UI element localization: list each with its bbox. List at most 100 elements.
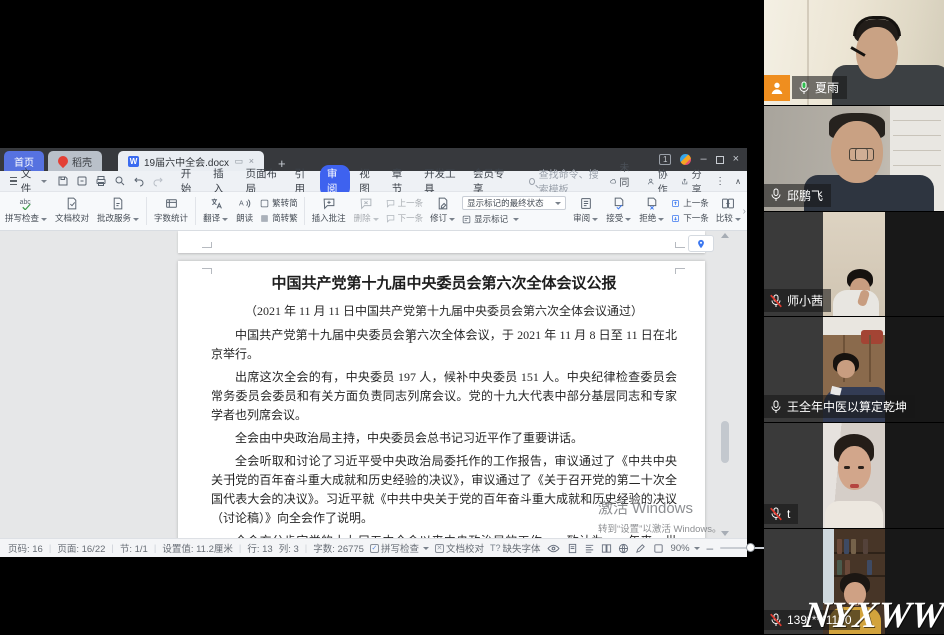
mic-muted-icon (770, 294, 782, 308)
accept-button[interactable]: 接受 (605, 197, 632, 224)
nyxww-watermark: NYXWW (802, 594, 944, 635)
collapse-ribbon-icon[interactable]: ∧ (735, 177, 741, 186)
next-change-button[interactable]: 下一条 (671, 212, 709, 224)
doc-paragraph: 全会由中央政治局主持，中央委员会总书记习近平作了重要讲话。 (235, 431, 584, 445)
review-button[interactable]: 审阅 (572, 197, 599, 224)
wps-menu-bar: 文件 开始 插入 页面布局 引用 审阅 视图 章节 开发工具 会员专享 查找命令… (0, 163, 747, 204)
insert-comment-button[interactable]: 插入批注 (311, 197, 347, 224)
review-icon (580, 198, 591, 209)
people-icon (648, 178, 654, 184)
video-tile-139-1190[interactable]: 139****1190 NYXWW (764, 529, 944, 635)
doc-title: 中国共产党第十九届中央委员会第六次全体会议公报 (271, 276, 617, 292)
track-changes-icon (438, 197, 447, 210)
fit-page-icon[interactable] (653, 543, 664, 554)
host-badge-icon (764, 74, 790, 101)
status-missing-font[interactable]: T? 缺失字体 (490, 541, 541, 555)
status-bar: 页码: 16 | 页面: 16/22 | 节: 1/1 | 设置值: 11.2厘米 | … (0, 538, 809, 557)
redo-icon[interactable] (152, 175, 164, 187)
more-options-icon[interactable]: ⋮ (715, 176, 725, 187)
document-area[interactable]: 中国共产党第十九届中央委员会第六次全体会议公报 （2021 年 11 月 11 … (0, 231, 747, 538)
translate-button[interactable]: 翻译 (202, 197, 229, 224)
outline-view-icon[interactable] (584, 543, 595, 554)
scrollbar-thumb[interactable] (721, 420, 729, 463)
text-caret (233, 473, 234, 486)
video-tile-shixiaoqian[interactable]: 师小茜 (764, 211, 944, 318)
delete-comment-button[interactable]: 删除 (353, 197, 380, 224)
ribbon-overflow-icon[interactable]: › (743, 206, 746, 217)
cloud-sync-icon (610, 178, 616, 183)
markup-state-dropdown[interactable]: 显示标记的最终状态 (462, 196, 567, 210)
status-word-count[interactable]: 字数: 26775 (313, 541, 364, 555)
prev-comment-button[interactable]: 上一条 (386, 197, 423, 209)
read-aloud-icon: A (239, 199, 250, 208)
prev-change-button[interactable]: 上一条 (671, 197, 709, 209)
hamburger-icon (10, 175, 17, 188)
export-icon[interactable] (76, 175, 88, 187)
read-aloud-button[interactable]: A 朗读 (235, 197, 254, 224)
share-icon (682, 178, 688, 184)
status-setting: 设置值: 11.2厘米 (162, 544, 233, 555)
next-change-icon (672, 214, 680, 222)
prev-comment-icon (386, 199, 394, 208)
video-tile-t[interactable]: t (764, 423, 944, 530)
participant-name: 夏雨 (815, 81, 840, 96)
participant-name: 师小茜 (787, 294, 824, 309)
print-preview-icon[interactable] (114, 175, 126, 187)
wps-doc-icon: W (128, 155, 139, 167)
status-doc-proof[interactable]: ✕ 文档校对 (434, 541, 484, 555)
status-page: 页面: 16/22 (57, 544, 106, 555)
participant-sidebar: 夏雨 邱鹏飞 师小茜 王全年中医以算定乾坤 t 139****1190 NYXW… (764, 0, 944, 635)
two-page-view-icon[interactable] (601, 543, 612, 554)
location-pin-icon (698, 239, 704, 248)
search-icon (528, 177, 535, 185)
trad-to-simp-icon (260, 199, 269, 207)
video-tile-wangquannian[interactable]: 王全年中医以算定乾坤 (764, 317, 944, 424)
zoom-out-button[interactable]: – (707, 541, 714, 555)
nav-pin-button[interactable] (688, 235, 714, 252)
doc-subtitle: （2021 年 11 月 11 日中国共产党第十九届中央委员会第六次全体会议通过… (244, 304, 644, 318)
spell-check-icon: abc (19, 199, 31, 210)
word-count-button[interactable]: 字数统计 (153, 197, 189, 224)
scroll-up-arrow[interactable] (721, 233, 729, 238)
status-line: 行: 13 (247, 544, 273, 555)
reject-button[interactable]: 拒绝 (638, 197, 665, 224)
participant-name: t (787, 507, 791, 522)
video-tile-xiayu[interactable]: 夏雨 (764, 0, 944, 106)
ibeam-cursor: I (408, 331, 413, 347)
docer-flame-icon (55, 153, 71, 169)
mic-on-icon (770, 400, 782, 414)
vertical-scrollbar[interactable] (720, 233, 730, 536)
participant-video (823, 423, 885, 529)
edit-mode-icon[interactable] (635, 543, 646, 554)
track-changes-button[interactable]: 修订 (429, 197, 456, 224)
participant-name: 王全年中医以算定乾坤 (787, 400, 908, 415)
tab-docer[interactable]: 稻壳 (48, 151, 102, 171)
participant-name: 邱鹏飞 (787, 188, 824, 203)
spell-check-button[interactable]: abc 拼写检查 (4, 197, 48, 224)
doc-proof-icon (67, 197, 77, 210)
show-markup-button[interactable]: 显示标记 (462, 213, 566, 225)
doc-proof-button[interactable]: 文档校对 (54, 197, 90, 224)
compare-button[interactable]: 比较 (715, 197, 742, 224)
correction-service-icon (113, 197, 123, 210)
undo-icon[interactable] (133, 175, 145, 187)
next-comment-button[interactable]: 下一条 (386, 212, 423, 224)
simp-to-trad-button[interactable]: 简转繁 (260, 212, 298, 224)
correction-service-button[interactable]: 批改服务 (96, 197, 140, 224)
web-view-icon[interactable] (618, 543, 629, 554)
status-page-no: 页码: 16 (8, 544, 43, 555)
status-spell-check[interactable]: ✓ 拼写检查 (369, 541, 429, 555)
print-icon[interactable] (95, 175, 107, 187)
doc-paragraph: 中国共产党第十九届中央委员会第六次全体会议，于 2021 年 11 月 8 日至… (211, 328, 677, 361)
accept-icon (614, 197, 623, 210)
video-tile-qiupengfei[interactable]: 邱鹏飞 (764, 105, 944, 212)
page-view-icon[interactable] (567, 543, 578, 554)
eye-protect-icon[interactable] (546, 544, 560, 553)
zoom-slider-knob[interactable] (746, 543, 756, 552)
zoom-level[interactable]: 90% (671, 543, 700, 554)
trad-to-simp-button[interactable]: 繁转简 (260, 197, 298, 209)
save-icon[interactable] (57, 175, 69, 187)
scroll-down-arrow[interactable] (721, 531, 729, 536)
mic-on-icon (798, 81, 810, 95)
screen-share-area: 首页 稻壳 W 19届六中全会.docx ▭ × + 1 – × 文件 开始 插… (0, 0, 809, 635)
